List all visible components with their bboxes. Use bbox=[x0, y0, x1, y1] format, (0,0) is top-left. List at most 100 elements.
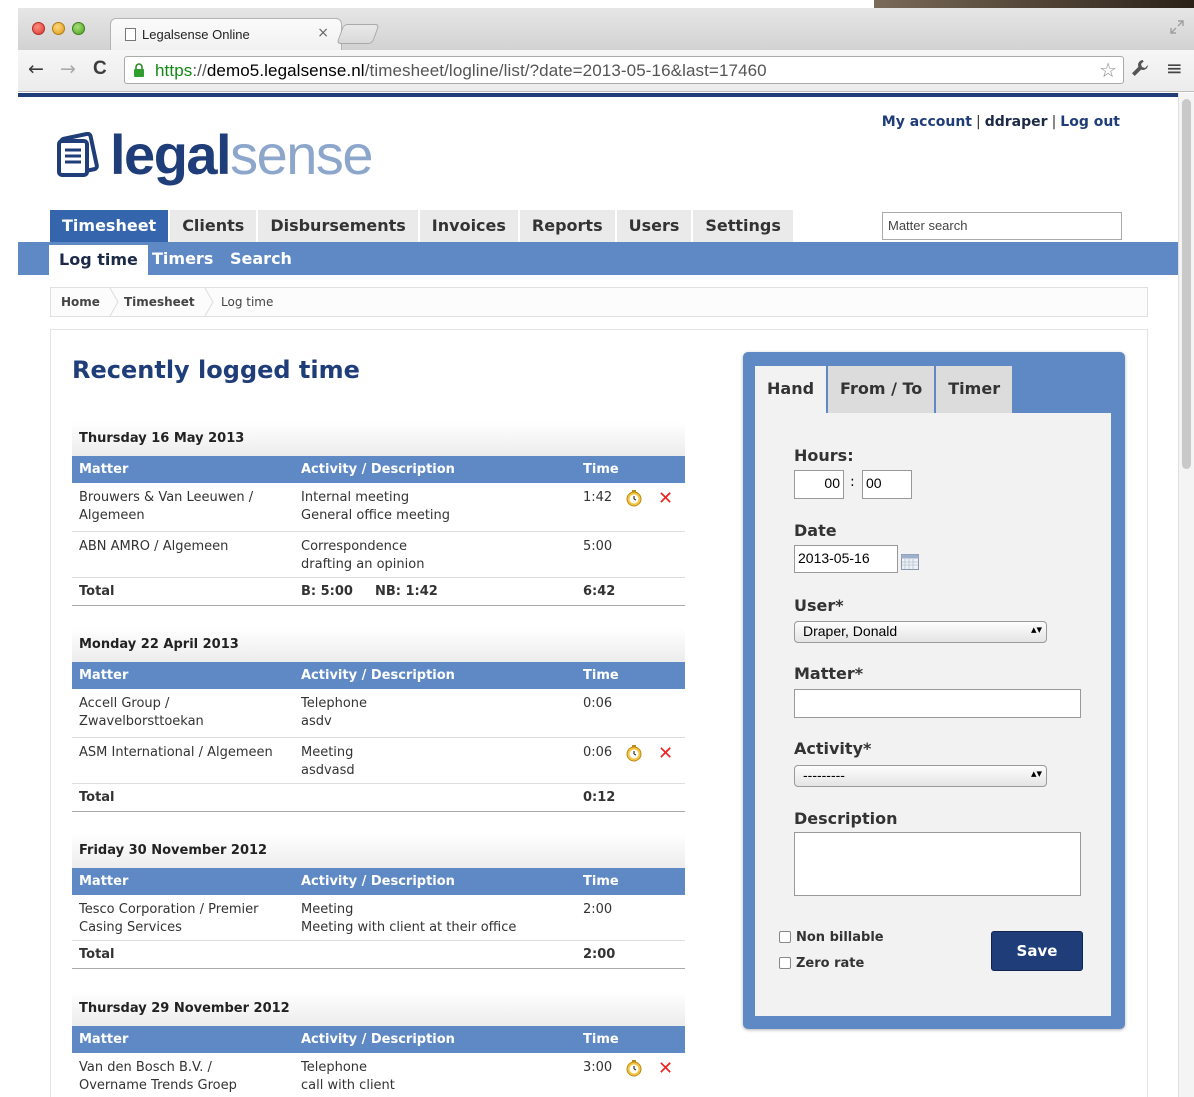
user-select[interactable]: Draper, Donald ▴▾ bbox=[794, 621, 1047, 643]
row-matter-line1: ASM International / Algemeen bbox=[79, 745, 273, 760]
row-description: asdvasd bbox=[301, 763, 355, 778]
total-billable: B: 5:00 bbox=[301, 584, 353, 599]
column-activity: Activity / Description bbox=[301, 1032, 455, 1047]
logo-part-legal: legal bbox=[110, 123, 232, 186]
row-activity: Internal meeting bbox=[301, 490, 410, 505]
date-input[interactable]: 2013-05-16 bbox=[794, 545, 898, 573]
table-row[interactable]: Tesco Corporation / Premier Casing Servi… bbox=[72, 895, 685, 941]
column-matter: Matter bbox=[79, 668, 129, 683]
new-tab-button[interactable] bbox=[336, 24, 380, 44]
scrollbar[interactable] bbox=[1178, 93, 1194, 1097]
table-row[interactable]: Accell Group / Zwavelborsttoekan Telepho… bbox=[72, 689, 685, 738]
breadcrumb-home[interactable]: Home bbox=[61, 295, 100, 309]
row-time: 1:42 bbox=[583, 490, 613, 505]
nav-invoices[interactable]: Invoices bbox=[419, 210, 518, 242]
day-group: Friday 30 November 2012 Matter Activity … bbox=[72, 834, 685, 969]
table-header: Matter Activity / Description Time bbox=[72, 868, 685, 895]
breadcrumb-timesheet[interactable]: Timesheet bbox=[124, 295, 195, 309]
total-time: 2:00 bbox=[583, 947, 616, 962]
hours-input[interactable]: 00 bbox=[794, 470, 844, 499]
menu-icon[interactable]: ≡ bbox=[1166, 56, 1183, 80]
row-activity: Telephone bbox=[301, 1060, 368, 1075]
checkbox-box[interactable] bbox=[779, 931, 791, 943]
activity-label: Activity* bbox=[794, 739, 872, 758]
table-row[interactable]: Brouwers & Van Leeuwen / Algemeen Intern… bbox=[72, 483, 685, 532]
delete-icon[interactable]: ✕ bbox=[658, 745, 673, 763]
logout-link[interactable]: Log out bbox=[1060, 114, 1120, 130]
lock-icon bbox=[134, 63, 144, 77]
tab-hand[interactable]: Hand bbox=[755, 366, 827, 413]
calendar-icon[interactable] bbox=[901, 554, 919, 570]
matter-search-input[interactable]: Matter search bbox=[882, 212, 1122, 240]
table-row[interactable]: ABN AMRO / Algemeen Correspondence draft… bbox=[72, 532, 685, 578]
timer-icon[interactable] bbox=[625, 489, 643, 507]
table-header: Matter Activity / Description Time bbox=[72, 456, 685, 483]
nav-reports[interactable]: Reports bbox=[519, 210, 615, 242]
minimize-window-button[interactable] bbox=[52, 22, 65, 35]
row-time: 2:00 bbox=[583, 902, 613, 917]
subnav-search[interactable]: Search bbox=[230, 242, 292, 275]
column-matter: Matter bbox=[79, 1032, 129, 1047]
description-label: Description bbox=[794, 809, 898, 828]
tab-from-to[interactable]: From / To bbox=[828, 366, 935, 413]
checkbox-box[interactable] bbox=[779, 957, 791, 969]
delete-icon[interactable]: ✕ bbox=[658, 1060, 673, 1078]
forward-button[interactable]: → bbox=[60, 58, 76, 80]
nav-users[interactable]: Users bbox=[616, 210, 692, 242]
row-matter-line1: Tesco Corporation / Premier bbox=[79, 902, 259, 917]
save-button[interactable]: Save bbox=[991, 931, 1083, 971]
logo-wordmark: legalsense bbox=[110, 127, 374, 183]
user-bar: My account | ddraper | Log out bbox=[882, 114, 1120, 130]
close-window-button[interactable] bbox=[32, 22, 45, 35]
zero-rate-checkbox[interactable]: Zero rate bbox=[779, 956, 864, 971]
total-time: 6:42 bbox=[583, 584, 616, 599]
my-account-link[interactable]: My account bbox=[882, 114, 972, 130]
reload-button[interactable]: C bbox=[93, 58, 107, 80]
scrollbar-thumb[interactable] bbox=[1182, 99, 1191, 469]
nav-disbursements[interactable]: Disbursements bbox=[258, 210, 418, 242]
url-scheme: https bbox=[155, 61, 193, 80]
timer-icon[interactable] bbox=[625, 744, 643, 762]
table-header: Matter Activity / Description Time bbox=[72, 662, 685, 689]
tab-timer[interactable]: Timer bbox=[936, 366, 1013, 413]
table-row[interactable]: Van den Bosch B.V. / Overname Trends Gro… bbox=[72, 1053, 685, 1097]
subnav-timers[interactable]: Timers bbox=[152, 242, 213, 275]
url-separator: :// bbox=[192, 61, 207, 80]
nav-settings[interactable]: Settings bbox=[693, 210, 793, 242]
column-time: Time bbox=[583, 668, 619, 683]
fullscreen-icon[interactable] bbox=[1170, 20, 1184, 34]
address-bar[interactable]: https://demo5.legalsense.nl/timesheet/lo… bbox=[124, 56, 1124, 84]
legalsense-logo[interactable]: legalsense bbox=[54, 125, 374, 185]
document-logo-icon bbox=[57, 132, 99, 177]
row-matter-line2: Casing Services bbox=[79, 920, 182, 935]
subnav-log-time[interactable]: Log time bbox=[49, 245, 148, 275]
table-row[interactable]: ASM International / Algemeen Meeting asd… bbox=[72, 738, 685, 784]
row-time: 3:00 bbox=[583, 1060, 613, 1075]
row-time: 0:06 bbox=[583, 745, 613, 760]
row-matter-line1: ABN AMRO / Algemeen bbox=[79, 539, 229, 554]
zoom-window-button[interactable] bbox=[72, 22, 85, 35]
hours-separator: : bbox=[850, 474, 855, 490]
matter-input[interactable] bbox=[794, 689, 1081, 718]
wrench-icon[interactable] bbox=[1130, 58, 1150, 78]
userbar-separator: | bbox=[976, 114, 981, 130]
bookmark-star-icon[interactable]: ☆ bbox=[1099, 58, 1117, 82]
minutes-input[interactable]: 00 bbox=[862, 470, 912, 499]
tab-close-icon[interactable]: × bbox=[317, 25, 329, 41]
back-button[interactable]: ← bbox=[28, 58, 44, 80]
browser-tab[interactable]: Legalsense Online × bbox=[110, 18, 342, 50]
row-matter-line2: Zwavelborsttoekan bbox=[79, 714, 204, 729]
user-label: User* bbox=[794, 596, 844, 615]
nav-clients[interactable]: Clients bbox=[170, 210, 257, 242]
matter-label: Matter* bbox=[794, 664, 864, 683]
nav-timesheet[interactable]: Timesheet bbox=[50, 210, 169, 242]
description-textarea[interactable] bbox=[794, 832, 1081, 896]
logo-part-sense: sense bbox=[230, 123, 373, 186]
activity-select[interactable]: --------- ▴▾ bbox=[794, 765, 1047, 787]
non-billable-checkbox[interactable]: Non billable bbox=[779, 930, 884, 945]
delete-icon[interactable]: ✕ bbox=[658, 490, 673, 508]
timer-icon[interactable] bbox=[625, 1059, 643, 1077]
row-description: drafting an opinion bbox=[301, 557, 425, 572]
total-label: Total bbox=[79, 584, 115, 599]
column-matter: Matter bbox=[79, 462, 129, 477]
